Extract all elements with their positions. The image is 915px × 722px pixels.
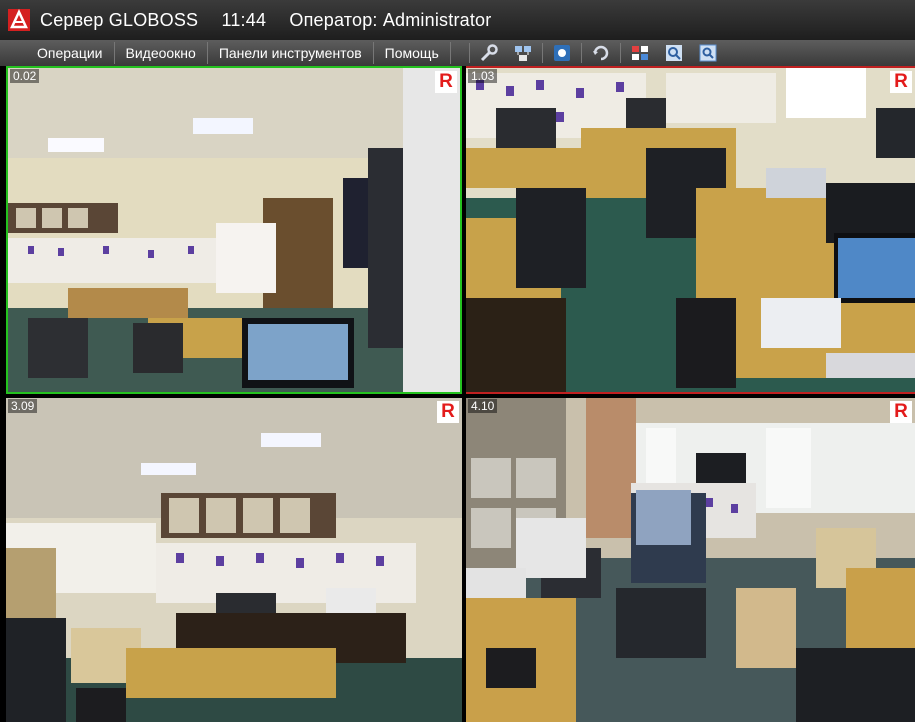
app-logo-icon	[6, 7, 32, 33]
network-icon[interactable]	[512, 42, 534, 64]
camera-feed	[466, 398, 915, 722]
zoom-icon[interactable]	[663, 42, 685, 64]
menu-toolbars[interactable]: Панели инструментов	[208, 42, 374, 64]
camera-feed	[6, 398, 462, 722]
camera-feed	[466, 68, 915, 392]
layout-grid-icon[interactable]	[629, 42, 651, 64]
recording-badge: R	[437, 401, 459, 423]
menu-operations[interactable]: Операции	[26, 42, 115, 64]
toolbar-separator	[580, 43, 582, 63]
toolbar-separator	[468, 43, 470, 63]
wrench-icon[interactable]	[478, 42, 500, 64]
server-name: Сервер GLOBOSS	[40, 9, 199, 30]
camera-id-label: 0.02	[10, 69, 40, 83]
camera-id-label: 4.10	[468, 399, 498, 413]
zoom-window-icon[interactable]	[697, 42, 719, 64]
recording-badge: R	[890, 71, 912, 93]
video-grid: 0.02 R 1.03 R 3.09 R 4.10 R	[0, 66, 915, 722]
operator-label: Оператор: Administrator	[289, 9, 492, 30]
camera-feed	[8, 68, 460, 392]
menu-help[interactable]: Помощь	[374, 42, 451, 64]
clock: 11:44	[221, 9, 267, 30]
recording-badge: R	[890, 401, 912, 423]
toolbar-separator	[619, 43, 621, 63]
menu-bar: Операции Видеоокно Панели инструментов П…	[0, 40, 915, 66]
camera-tile[interactable]: 3.09 R	[6, 398, 462, 722]
menu-video-window[interactable]: Видеоокно	[115, 42, 208, 64]
camera-id-label: 1.03	[468, 69, 498, 83]
camera-id-label: 3.09	[8, 399, 38, 413]
camera-tile[interactable]: 0.02 R	[6, 66, 462, 394]
camera-tile[interactable]: 1.03 R	[466, 66, 915, 394]
camera-settings-icon[interactable]	[551, 42, 573, 64]
title-bar: Сервер GLOBOSS 11:44 Оператор: Administr…	[0, 0, 915, 40]
rotate-icon[interactable]	[590, 42, 612, 64]
recording-badge: R	[435, 71, 457, 93]
camera-tile[interactable]: 4.10 R	[466, 398, 915, 722]
toolbar-separator	[541, 43, 543, 63]
